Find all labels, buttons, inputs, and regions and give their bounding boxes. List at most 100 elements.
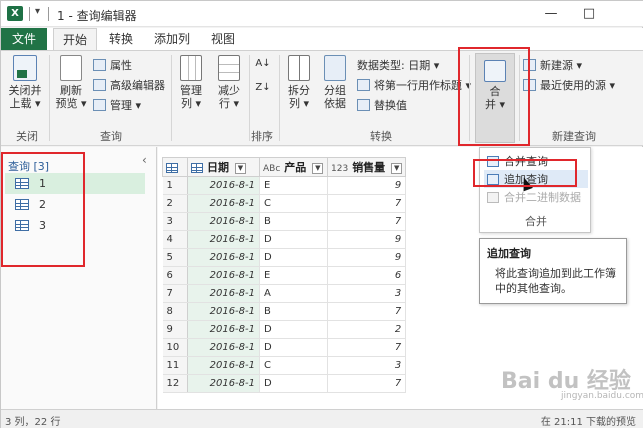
minimize-button[interactable]: — [541, 5, 561, 23]
date-cell[interactable]: 2016-8-1 [187, 194, 260, 213]
table-row[interactable]: 9 2016-8-1 D 2 [162, 320, 407, 339]
product-cell[interactable]: C [259, 194, 328, 213]
date-cell[interactable]: 2016-8-1 [187, 320, 260, 339]
sales-cell[interactable]: 7 [327, 338, 407, 357]
date-cell[interactable]: 2016-8-1 [187, 212, 260, 231]
table-row[interactable]: 6 2016-8-1 E 6 [162, 266, 407, 285]
filter-dropdown-icon[interactable]: ▼ [312, 162, 324, 174]
replace-values-button[interactable]: 替换值 [357, 97, 407, 113]
product-cell[interactable]: E [259, 266, 328, 285]
row-number[interactable]: 4 [162, 230, 188, 249]
table-row[interactable]: 4 2016-8-1 D 9 [162, 230, 407, 249]
table-row[interactable]: 8 2016-8-1 B 7 [162, 302, 407, 321]
date-cell[interactable]: 2016-8-1 [187, 356, 260, 375]
qat-dropdown-icon[interactable]: ▾ [35, 6, 40, 17]
date-cell[interactable]: 2016-8-1 [187, 248, 260, 267]
product-cell[interactable]: D [259, 248, 328, 267]
date-cell[interactable]: 2016-8-1 [187, 230, 260, 249]
table-row[interactable]: 1 2016-8-1 E 9 [162, 176, 407, 195]
tooltip-description: 将此查询追加到此工作簿中的其他查询。 [495, 267, 616, 295]
sort-descending-button[interactable]: Z↓ [253, 81, 273, 94]
sort-ascending-button[interactable]: A↓ [253, 57, 273, 70]
filter-dropdown-icon[interactable]: ▼ [391, 162, 403, 174]
filter-dropdown-icon[interactable]: ▼ [235, 162, 246, 174]
data-type-dropdown[interactable]: 数据类型: 日期 ▾ [357, 57, 439, 73]
tab-view[interactable]: 视图 [203, 28, 243, 50]
row-number[interactable]: 12 [162, 374, 188, 393]
sales-cell[interactable]: 2 [327, 320, 407, 339]
refresh-preview-button[interactable]: 刷新 预览 ▾ [53, 55, 89, 110]
row-number[interactable]: 2 [162, 194, 188, 213]
date-cell[interactable]: 2016-8-1 [187, 176, 260, 195]
collapse-panel-icon[interactable]: ‹ [142, 153, 147, 167]
properties-button[interactable]: 属性 [93, 57, 132, 73]
recent-sources-button[interactable]: 最近使用的源 ▾ [523, 77, 615, 93]
sales-cell[interactable]: 9 [327, 176, 407, 195]
use-first-row-as-headers-button[interactable]: 将第一行用作标题 ▾ [357, 77, 471, 93]
sales-cell[interactable]: 9 [327, 248, 407, 267]
sales-cell[interactable]: 7 [327, 194, 407, 213]
column-header-sales[interactable]: 123 销售量 ▼ [326, 157, 407, 177]
date-cell[interactable]: 2016-8-1 [187, 266, 260, 285]
group-by-button[interactable]: 分组 依据 [319, 55, 351, 110]
manage-button[interactable]: 管理 ▾ [93, 97, 141, 113]
sales-cell[interactable]: 6 [327, 266, 407, 285]
product-cell[interactable]: C [259, 356, 328, 375]
sales-cell[interactable]: 9 [327, 230, 407, 249]
table-row[interactable]: 7 2016-8-1 A 3 [162, 284, 407, 303]
date-cell[interactable]: 2016-8-1 [187, 338, 260, 357]
row-number[interactable]: 10 [162, 338, 188, 357]
product-cell[interactable]: D [259, 338, 328, 357]
row-number[interactable]: 9 [162, 320, 188, 339]
close-and-load-button[interactable]: 关闭并 上载 ▾ [5, 55, 45, 110]
product-cell[interactable]: E [259, 176, 328, 195]
date-cell[interactable]: 2016-8-1 [187, 374, 260, 393]
sales-cell[interactable]: 7 [327, 302, 407, 321]
tab-add-column[interactable]: 添加列 [147, 28, 197, 50]
sales-cell[interactable]: 3 [327, 284, 407, 303]
tab-transform[interactable]: 转换 [101, 28, 141, 50]
group-label-new-query: 新建查询 [552, 130, 596, 143]
table-row[interactable]: 5 2016-8-1 D 9 [162, 248, 407, 267]
row-number[interactable]: 7 [162, 284, 188, 303]
table-row[interactable]: 10 2016-8-1 D 7 [162, 338, 407, 357]
table-row[interactable]: 12 2016-8-1 D 7 [162, 374, 407, 393]
product-cell[interactable]: A [259, 284, 328, 303]
reduce-rows-button[interactable]: 减少 行 ▾ [213, 55, 245, 110]
split-column-button[interactable]: 拆分 列 ▾ [283, 55, 315, 110]
new-source-button[interactable]: 新建源 ▾ [523, 57, 582, 73]
table-row[interactable]: 11 2016-8-1 C 3 [162, 356, 407, 375]
grid-corner[interactable] [162, 157, 188, 177]
row-number[interactable]: 6 [162, 266, 188, 285]
combine-group-label: 合并 [525, 215, 547, 228]
tab-home[interactable]: 开始 [53, 28, 97, 51]
row-number[interactable]: 11 [162, 356, 188, 375]
sales-cell[interactable]: 3 [327, 356, 407, 375]
date-cell[interactable]: 2016-8-1 [187, 302, 260, 321]
restore-button[interactable]: □ [579, 5, 599, 23]
table-row[interactable]: 3 2016-8-1 B 7 [162, 212, 407, 231]
row-number[interactable]: 1 [162, 176, 188, 195]
sales-cell[interactable]: 7 [327, 374, 407, 393]
split-column-icon [288, 55, 310, 81]
table-row[interactable]: 2 2016-8-1 C 7 [162, 194, 407, 213]
combine-binaries-item[interactable]: 合并二进制数据 [484, 188, 588, 206]
row-number[interactable]: 3 [162, 212, 188, 231]
product-cell[interactable]: D [259, 320, 328, 339]
advanced-editor-button[interactable]: 高级编辑器 [93, 77, 165, 93]
column-header-product[interactable]: ABc 产品 ▼ [259, 157, 328, 177]
manage-columns-label-2: 列 ▾ [180, 97, 202, 110]
sales-cell[interactable]: 7 [327, 212, 407, 231]
product-cell[interactable]: B [259, 212, 328, 231]
date-cell[interactable]: 2016-8-1 [187, 284, 260, 303]
column-header-date[interactable]: 日期 ▼ [187, 157, 260, 177]
row-number[interactable]: 8 [162, 302, 188, 321]
tab-file[interactable]: 文件 [1, 28, 47, 50]
row-number[interactable]: 5 [162, 248, 188, 267]
reduce-rows-label-1: 减少 [218, 84, 240, 97]
product-cell[interactable]: D [259, 230, 328, 249]
product-cell[interactable]: B [259, 302, 328, 321]
manage-columns-button[interactable]: 管理 列 ▾ [175, 55, 207, 110]
product-cell[interactable]: D [259, 374, 328, 393]
ribbon: 关闭并 上载 ▾ 刷新 预览 ▾ 属性 高级编辑器 管理 ▾ 管理 列 ▾ 减少 [1, 50, 643, 146]
